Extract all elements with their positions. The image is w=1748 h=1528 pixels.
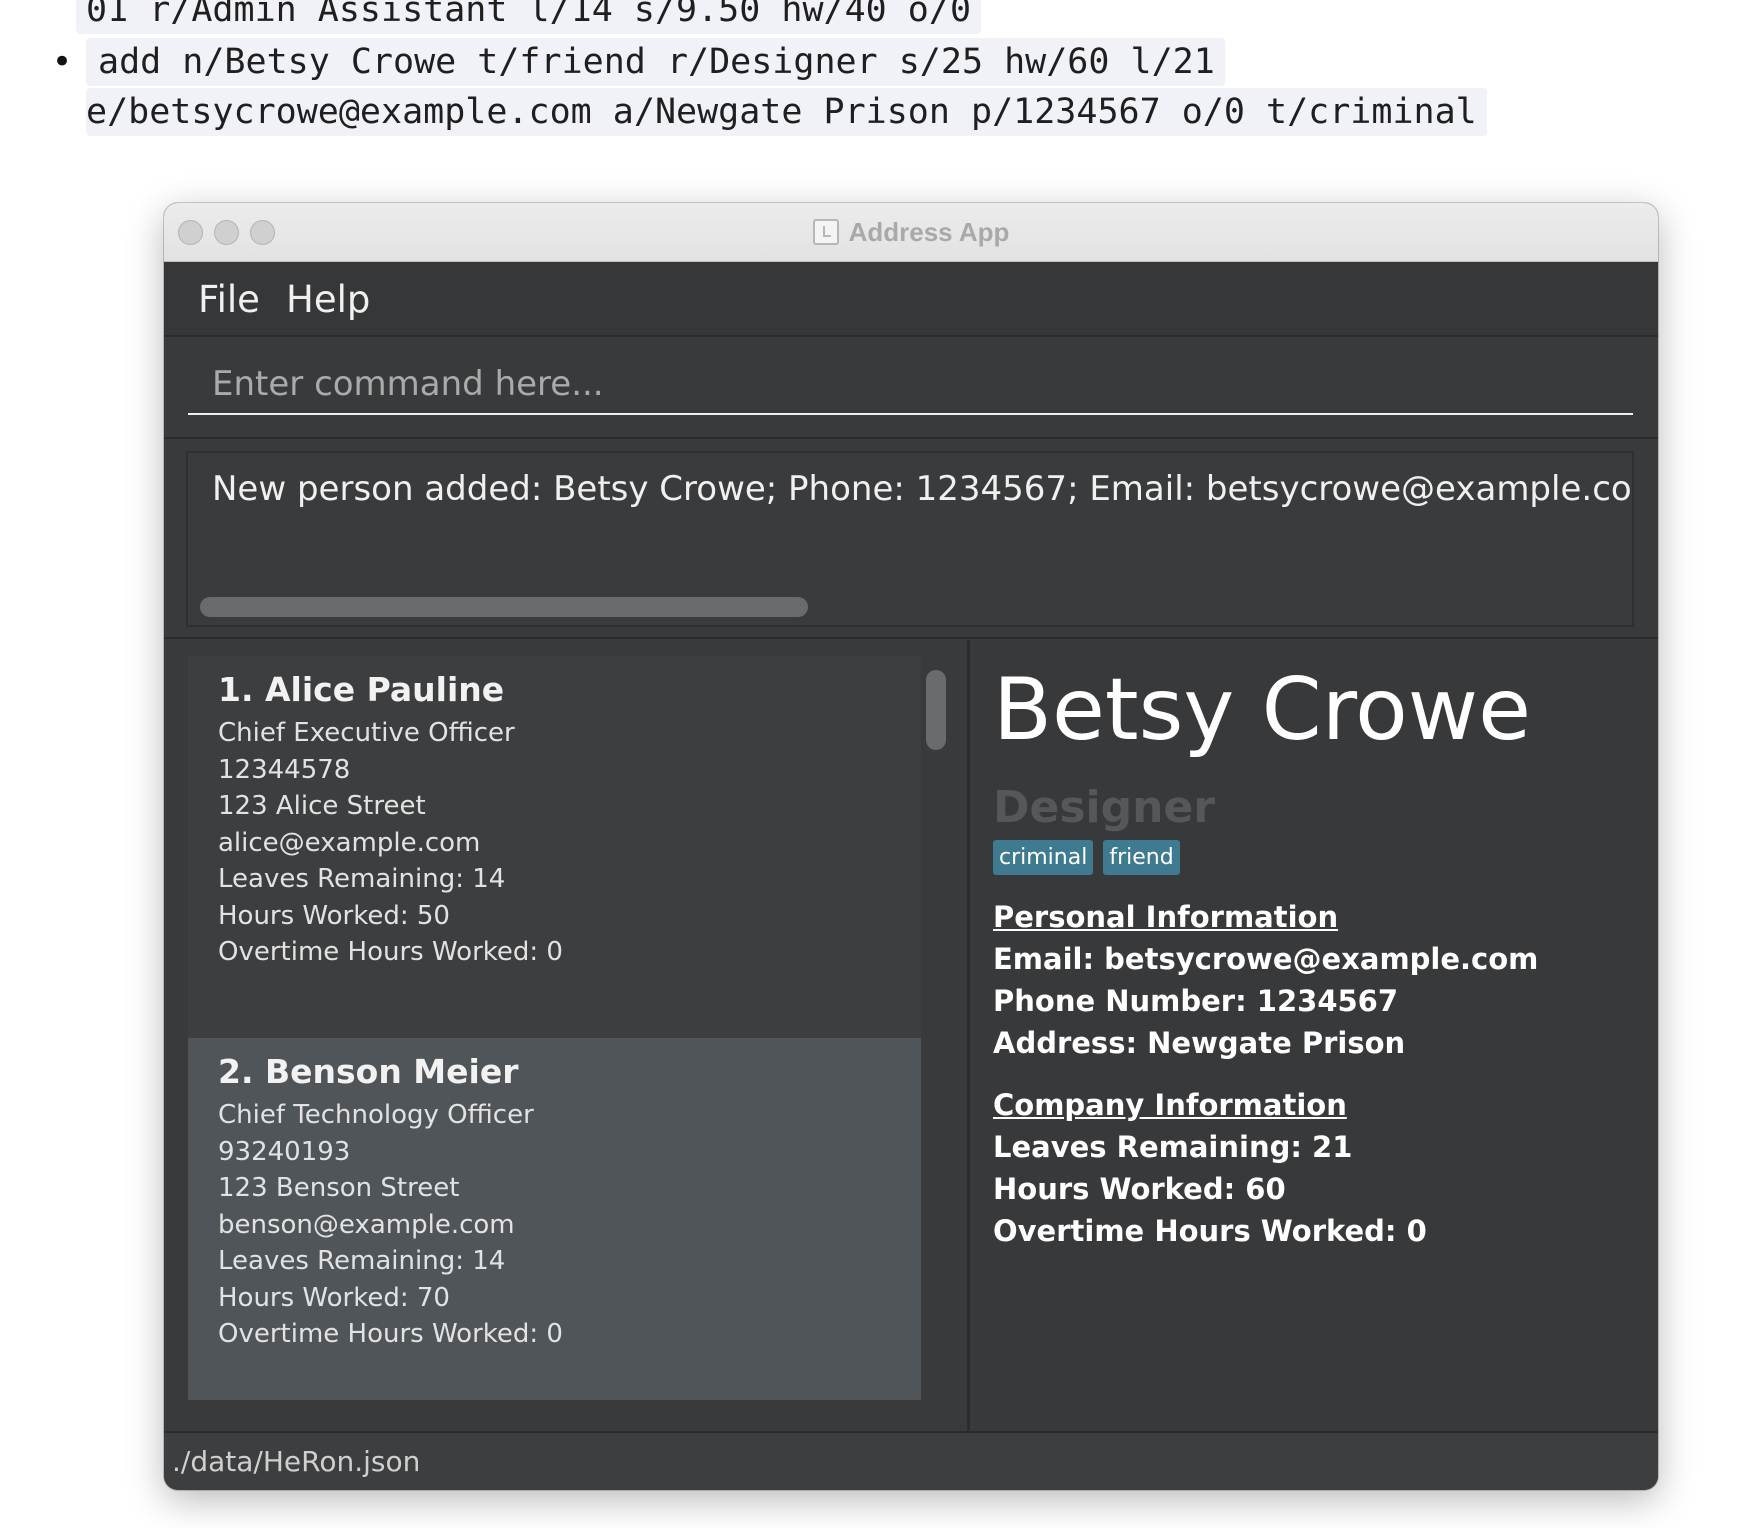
menu-help[interactable]: Help (286, 278, 370, 321)
result-message: New person added: Betsy Crowe; Phone: 12… (212, 469, 1634, 509)
person-card-overtime: Overtime Hours Worked: 0 (218, 937, 563, 967)
menu-bar: File Help (164, 262, 1658, 337)
person-card-name: 2. Benson Meier (218, 1052, 519, 1091)
tag-friend: friend (1103, 840, 1180, 875)
command-input[interactable] (188, 355, 1633, 415)
person-card-name: 1. Alice Pauline (218, 670, 505, 709)
person-card[interactable]: 1. Alice Pauline Chief Executive Officer… (188, 656, 921, 1038)
menu-file[interactable]: File (198, 278, 260, 321)
horizontal-scrollbar[interactable] (200, 597, 808, 617)
app-icon (812, 219, 839, 245)
doc-bullet: • (52, 42, 73, 82)
detail-phone: Phone Number: 1234567 (993, 984, 1399, 1018)
personal-info-heading: Personal Information (993, 900, 1339, 934)
person-card-leaves: Leaves Remaining: 14 (218, 1246, 506, 1276)
person-card-address: 123 Alice Street (218, 791, 426, 821)
doc-command-line-2: e/betsycrowe@example.com a/Newgate Priso… (86, 88, 1487, 136)
app-window: Address App File Help New person added: … (164, 203, 1658, 1490)
command-box (164, 339, 1658, 439)
doc-command-line-1: add n/Betsy Crowe t/friend r/Designer s/… (86, 38, 1225, 86)
detail-role: Designer (993, 782, 1215, 833)
person-card-role: Chief Technology Officer (218, 1100, 534, 1130)
person-card-hours: Hours Worked: 70 (218, 1282, 450, 1313)
detail-name: Betsy Crowe (993, 660, 1532, 760)
person-card-hours: Hours Worked: 50 (218, 900, 450, 931)
person-card-address: 123 Benson Street (218, 1173, 460, 1203)
detail-leaves: Leaves Remaining: 21 (993, 1130, 1353, 1164)
person-card-role: Chief Executive Officer (218, 718, 515, 748)
person-card-selected[interactable]: 2. Benson Meier Chief Technology Officer… (188, 1038, 921, 1400)
status-bar: ./data/HeRon.json (164, 1431, 1658, 1490)
doc-code-line-prev: 01 r/Admin Assistant l/14 s/9.50 hw/40 o… (76, 0, 982, 34)
person-card-phone: 12344578 (218, 754, 351, 785)
detail-hours: Hours Worked: 60 (993, 1172, 1286, 1206)
vertical-scrollbar[interactable] (926, 670, 946, 750)
person-card-leaves: Leaves Remaining: 14 (218, 864, 506, 894)
result-display-area: New person added: Betsy Crowe; Phone: 12… (164, 441, 1658, 639)
person-card-overtime: Overtime Hours Worked: 0 (218, 1319, 563, 1349)
person-card-email: benson@example.com (218, 1209, 515, 1240)
person-list-panel: 1. Alice Pauline Chief Executive Officer… (164, 640, 970, 1431)
company-info-heading: Company Information (993, 1088, 1347, 1122)
tag-criminal: criminal (993, 840, 1094, 875)
detail-email: Email: betsycrowe@example.com (993, 942, 1539, 976)
title-bar: Address App (164, 203, 1658, 262)
result-display[interactable]: New person added: Betsy Crowe; Phone: 12… (186, 451, 1634, 627)
detail-address: Address: Newgate Prison (993, 1026, 1406, 1060)
detail-tags: criminal friend (993, 840, 1190, 875)
window-title: Address App (164, 217, 1658, 248)
person-card-email: alice@example.com (218, 827, 481, 858)
save-file-path: ./data/HeRon.json (172, 1445, 421, 1478)
person-card-phone: 93240193 (218, 1136, 351, 1167)
person-detail-panel: Betsy Crowe Designer criminal friend Pers… (973, 640, 1658, 1431)
detail-overtime: Overtime Hours Worked: 0 (993, 1214, 1427, 1248)
window-title-text: Address App (848, 217, 1010, 247)
